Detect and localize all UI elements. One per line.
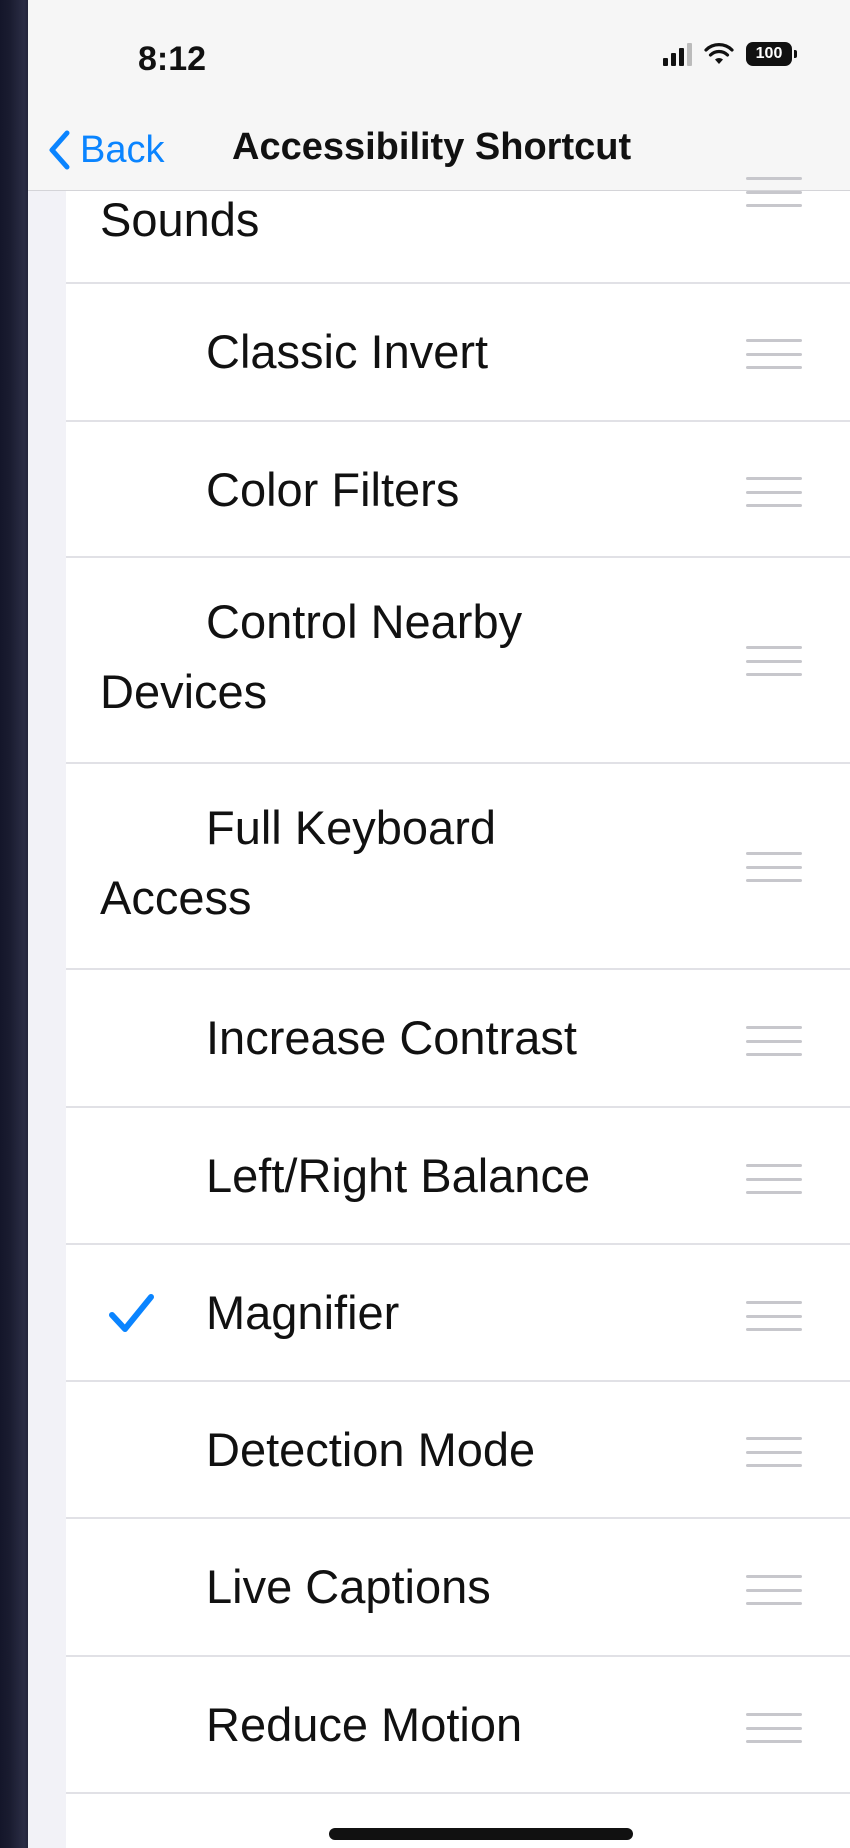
list-item-full-keyboard-access[interactable]: Full Keyboard Access	[66, 764, 850, 970]
list-item-control-nearby-devices[interactable]: Control Nearby Devices	[66, 558, 850, 764]
item-label: Detection Mode	[206, 1423, 536, 1476]
reorder-handle-icon[interactable]	[746, 177, 802, 207]
item-label: Reduce Motion	[206, 1698, 523, 1751]
reorder-handle-icon[interactable]	[746, 1301, 802, 1331]
list-item-sounds[interactable]: Sounds	[66, 177, 850, 284]
chevron-left-icon	[49, 130, 70, 170]
list-item-left-right-balance[interactable]: Left/Right Balance	[66, 1108, 850, 1245]
reorder-handle-icon[interactable]	[746, 1713, 802, 1743]
item-label: Left/Right Balance	[206, 1149, 591, 1202]
back-label: Back	[80, 128, 165, 171]
item-label: Control Nearby Devices	[100, 595, 523, 718]
reorder-handle-icon[interactable]	[746, 1437, 802, 1467]
list-item-reduce-motion[interactable]: Reduce Motion	[66, 1657, 850, 1794]
reorder-handle-icon[interactable]	[746, 1026, 802, 1056]
phone-screen: 8:12 100 Back Accessibility Shortcut Sou…	[28, 0, 850, 1848]
list-item-color-filters[interactable]: Color Filters	[66, 422, 850, 558]
item-label: Live Captions	[206, 1560, 491, 1613]
reorder-handle-icon[interactable]	[746, 1575, 802, 1605]
navigation-bar: Back Accessibility Shortcut	[28, 110, 850, 191]
list-item-detection-mode[interactable]: Detection Mode	[66, 1382, 850, 1519]
item-label: Classic Invert	[206, 325, 489, 378]
status-icons: 100	[663, 42, 797, 66]
shortcut-list: Sounds Classic Invert Color Filters Cont…	[66, 177, 850, 1848]
reorder-handle-icon[interactable]	[746, 646, 802, 676]
list-item-live-captions[interactable]: Live Captions	[66, 1519, 850, 1657]
status-time: 8:12	[138, 40, 207, 78]
list-item-increase-contrast[interactable]: Increase Contrast	[66, 970, 850, 1108]
cellular-signal-icon	[663, 42, 692, 66]
battery-level: 100	[755, 45, 783, 62]
reorder-handle-icon[interactable]	[746, 477, 802, 507]
reorder-handle-icon[interactable]	[746, 852, 802, 882]
home-indicator[interactable]	[329, 1828, 633, 1840]
page-title: Accessibility Shortcut	[232, 126, 632, 168]
list-item-classic-invert[interactable]: Classic Invert	[66, 284, 850, 422]
list-item-magnifier[interactable]: Magnifier	[66, 1245, 850, 1382]
reorder-handle-icon[interactable]	[746, 339, 802, 369]
status-bar: 8:12 100	[28, 0, 850, 110]
item-label: Color Filters	[206, 463, 460, 516]
back-button[interactable]: Back	[46, 122, 164, 178]
item-label: Full Keyboard Access	[100, 801, 496, 924]
reorder-handle-icon[interactable]	[746, 1164, 802, 1194]
item-label: Magnifier	[206, 1286, 400, 1339]
item-label: Increase Contrast	[206, 1011, 577, 1064]
battery-icon: 100	[746, 42, 797, 66]
item-label: Sounds	[100, 193, 260, 246]
wifi-icon	[704, 43, 734, 64]
